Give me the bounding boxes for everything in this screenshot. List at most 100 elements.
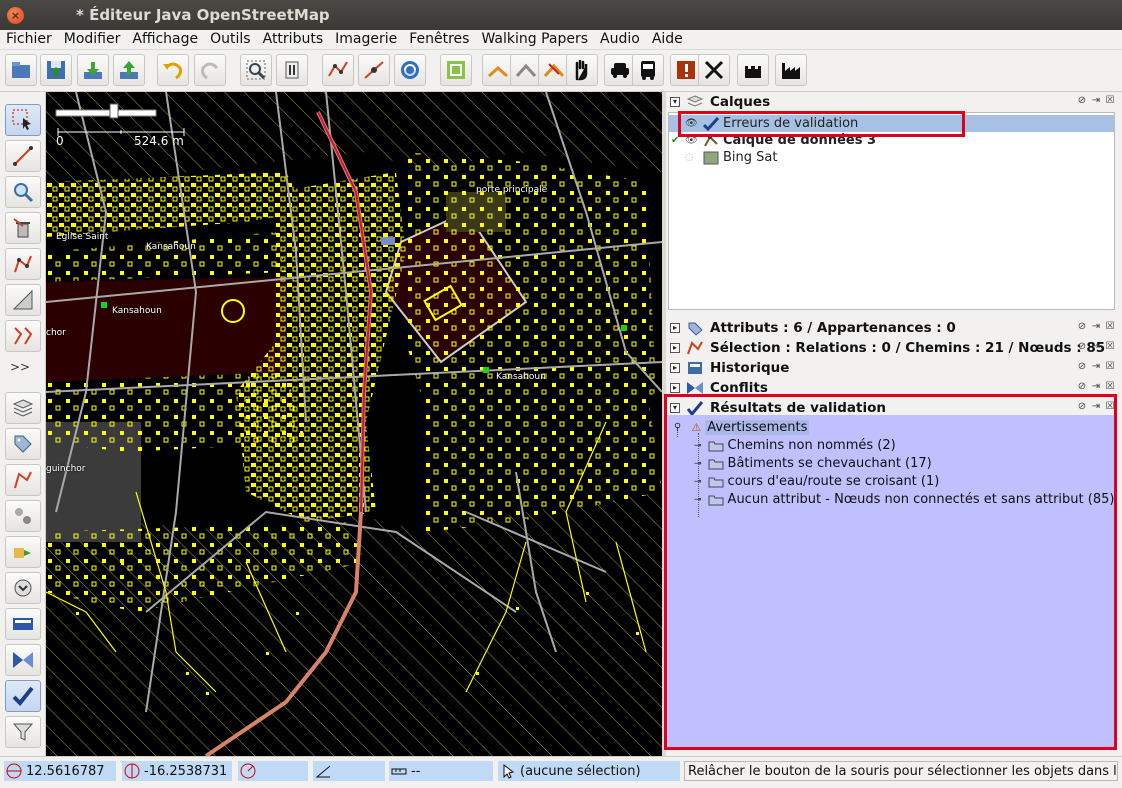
detach-panel-icon[interactable]: ⇥	[1090, 321, 1102, 333]
sync-button[interactable]	[394, 54, 426, 86]
menu-affichage[interactable]: Affichage	[126, 30, 204, 49]
extrude-button[interactable]	[5, 320, 41, 352]
bus-preset-button[interactable]	[632, 54, 664, 86]
detach-panel-icon[interactable]: ⇥	[1090, 341, 1102, 353]
download-button[interactable]	[77, 54, 109, 86]
detach-panel-icon[interactable]: ⇥	[1090, 381, 1102, 393]
undo-button[interactable]	[157, 54, 189, 86]
collapse-toggle[interactable]: ▾	[670, 97, 680, 107]
minimap-toggle-button[interactable]	[5, 608, 41, 640]
close-panel-icon[interactable]: ☒	[1104, 361, 1116, 373]
highlight-box-validation	[664, 394, 1117, 750]
select-pointer-icon	[12, 109, 31, 130]
hide-panel-icon[interactable]: ⊘	[1076, 361, 1088, 373]
parallel-way-button[interactable]	[5, 284, 41, 316]
menu-outils[interactable]: Outils	[204, 30, 256, 49]
hide-panel-icon[interactable]: ⊘	[1076, 341, 1088, 353]
expand-toggle[interactable]: ▸	[670, 343, 680, 353]
attributes-panel-header[interactable]: ▸ Attributs : 6 / Appartenances : 0 ⊘ ⇥ ☒	[666, 318, 1116, 338]
orthogonalize-icon	[447, 61, 465, 79]
menu-fichier[interactable]: Fichier	[0, 30, 58, 49]
improve-way-button[interactable]	[5, 248, 41, 280]
menu-modifier[interactable]: Modifier	[58, 30, 127, 49]
close-window-button[interactable]: ×	[7, 7, 24, 24]
scale-end-label: 524.6 m	[134, 134, 184, 148]
close-panel-icon[interactable]: ☒	[1104, 381, 1116, 393]
conflicts-toggle-button[interactable]	[5, 644, 41, 676]
status-bar: 12.5616787 -16.2538731 -- (aucune sélect…	[0, 756, 1122, 788]
map-label-porte: porte principale	[476, 185, 548, 195]
angle-icon	[315, 765, 331, 778]
history-toggle-button[interactable]	[5, 536, 41, 568]
help-text: Relâcher le bouton de la souris pour sél…	[684, 761, 1118, 781]
selection-list-button[interactable]	[5, 464, 41, 496]
selection-icon	[687, 341, 703, 355]
select-mode-button[interactable]	[5, 104, 41, 136]
layers-panel-header[interactable]: ▾ Calques ⊘ ⇥ ☒	[666, 92, 1116, 112]
tools-icon	[704, 60, 724, 80]
delete-mode-button[interactable]	[5, 212, 41, 244]
menu-walking-papers[interactable]: Walking Papers	[475, 30, 594, 49]
orthogonalize-button[interactable]	[440, 54, 472, 86]
map-view[interactable]: 0 524.6 m Kansahoun Eglise Saint porte p…	[46, 92, 662, 756]
open-button[interactable]	[5, 54, 37, 86]
redo-button[interactable]	[194, 54, 226, 86]
expand-toggle[interactable]: ▸	[670, 323, 680, 333]
selection-panel-header[interactable]: ▸ Sélection : Relations : 0 / Chemins : …	[666, 338, 1116, 358]
map-label-eglise: Eglise Saint	[56, 232, 109, 242]
map-label-kansahoun: Kansahoun	[112, 306, 162, 316]
menu-attributs[interactable]: Attributs	[257, 30, 330, 49]
conflict-icon	[13, 652, 33, 668]
split-way-button[interactable]	[322, 54, 354, 86]
hidden-eye-icon[interactable]: ◌	[685, 152, 697, 163]
split-way-icon	[328, 61, 348, 77]
castle-button[interactable]	[737, 54, 769, 86]
menu-audio[interactable]: Audio	[594, 30, 646, 49]
longitude-field: -16.2538731	[122, 761, 232, 781]
zoom-mode-button[interactable]	[5, 176, 41, 208]
hide-panel-icon[interactable]: ⊘	[1076, 95, 1088, 107]
layer-row-bing-sat[interactable]: ◌ Bing Sat	[669, 149, 1114, 166]
menu-fenetres[interactable]: Fenêtres	[403, 30, 475, 49]
upload-button[interactable]	[113, 54, 145, 86]
expand-toggle[interactable]: ▸	[670, 383, 680, 393]
zoom-to-button[interactable]	[240, 54, 272, 86]
menu-imagerie[interactable]: Imagerie	[329, 30, 403, 49]
map-canvas[interactable]	[46, 92, 662, 756]
longitude-icon	[124, 763, 140, 779]
more-tools-label[interactable]: >>	[10, 360, 30, 374]
main-toolbar	[0, 50, 1122, 92]
history-panel-title: Historique	[710, 360, 790, 376]
trash-icon	[13, 218, 30, 238]
heading-field	[238, 761, 308, 781]
menu-aide[interactable]: Aide	[646, 30, 689, 49]
close-panel-icon[interactable]: ☒	[1104, 341, 1116, 353]
properties-toggle-button[interactable]	[5, 428, 41, 460]
merge-nodes-button[interactable]	[358, 54, 390, 86]
layers-toggle-button[interactable]	[5, 392, 41, 424]
commands-toggle-button[interactable]	[5, 572, 41, 604]
minimap-icon	[13, 618, 33, 630]
industry-button[interactable]	[775, 54, 807, 86]
expand-toggle[interactable]: ▸	[670, 363, 680, 373]
preferences-button[interactable]	[276, 54, 308, 86]
detach-panel-icon[interactable]: ⇥	[1090, 361, 1102, 373]
layers-panel-title: Calques	[710, 94, 771, 110]
hide-panel-icon[interactable]: ⊘	[1076, 321, 1088, 333]
history-panel-header[interactable]: ▸ Historique ⊘ ⇥ ☒	[666, 358, 1116, 378]
detach-panel-icon[interactable]: ⇥	[1090, 95, 1102, 107]
relations-toggle-button[interactable]	[5, 500, 41, 532]
draw-line-icon	[13, 146, 33, 166]
close-panel-icon[interactable]: ☒	[1104, 95, 1116, 107]
draw-mode-button[interactable]	[5, 140, 41, 172]
attributes-panel-title: Attributs : 6 / Appartenances : 0	[710, 320, 956, 336]
validation-toggle-button[interactable]	[5, 680, 41, 712]
tools-button[interactable]	[698, 54, 730, 86]
save-button[interactable]	[40, 54, 72, 86]
history-icon	[14, 548, 31, 558]
close-panel-icon[interactable]: ☒	[1104, 321, 1116, 333]
filter-toggle-button[interactable]	[5, 716, 41, 748]
move-hand-button[interactable]	[566, 54, 598, 86]
hide-panel-icon[interactable]: ⊘	[1076, 381, 1088, 393]
layer-name: Bing Sat	[723, 150, 778, 165]
